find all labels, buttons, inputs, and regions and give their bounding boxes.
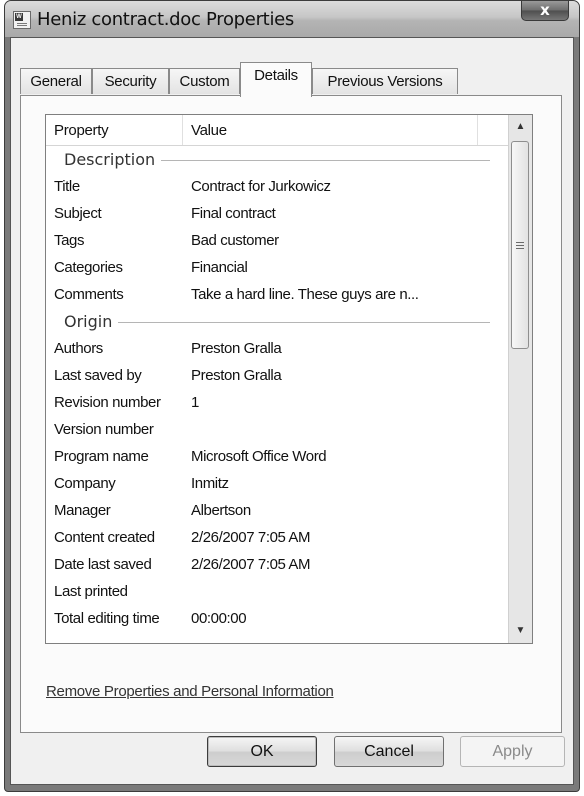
group-header[interactable]: Description — [46, 146, 508, 173]
property-value[interactable]: Preston Gralla — [191, 335, 282, 362]
property-name: Comments — [54, 286, 124, 303]
property-name: Content created — [54, 529, 155, 546]
tab-general[interactable]: General — [20, 68, 92, 94]
property-value[interactable]: Final contract — [191, 200, 276, 227]
list-item[interactable]: Company Inmitz — [46, 470, 508, 497]
property-value[interactable]: Albertson — [191, 497, 251, 524]
group-divider — [64, 322, 490, 323]
list-item[interactable]: Comments Take a hard line. These guys are… — [46, 281, 508, 308]
ok-button[interactable]: OK — [207, 736, 317, 767]
column-header-property[interactable]: Property — [46, 115, 183, 145]
details-list[interactable]: Property Value Description Title Contract … — [45, 114, 533, 644]
property-value[interactable]: Bad customer — [191, 227, 279, 254]
property-name: Title — [54, 178, 80, 195]
list-item[interactable]: Total editing time 00:00:00 — [46, 605, 508, 632]
scroll-down-icon[interactable]: ▼ — [509, 619, 532, 643]
tab-previous-versions[interactable]: Previous Versions — [312, 68, 458, 94]
property-name: Version number — [54, 421, 154, 438]
property-name: Revision number — [54, 394, 161, 411]
close-button[interactable]: x — [521, 1, 569, 21]
property-name: Last printed — [54, 583, 128, 600]
group-label: Origin — [64, 308, 119, 335]
apply-button[interactable]: Apply — [460, 736, 565, 767]
list-item[interactable]: Subject Final contract — [46, 200, 508, 227]
dialog-body: General Security Custom Details Previous… — [10, 37, 574, 785]
property-value[interactable]: Take a hard line. These guys are n... — [191, 281, 419, 308]
tab-details[interactable]: Details — [240, 62, 312, 97]
remove-properties-link[interactable]: Remove Properties and Personal Informati… — [46, 683, 334, 700]
property-name: Subject — [54, 205, 102, 222]
window-title: Heniz contract.doc Properties — [37, 9, 294, 30]
scroll-up-icon[interactable]: ▲ — [509, 115, 532, 139]
list-item[interactable]: Last saved by Preston Gralla — [46, 362, 508, 389]
property-value[interactable]: 2/26/2007 7:05 AM — [191, 524, 311, 551]
property-value[interactable]: Preston Gralla — [191, 362, 282, 389]
property-name: Manager — [54, 502, 111, 519]
property-value[interactable]: 2/26/2007 7:05 AM — [191, 551, 311, 578]
column-header-value[interactable]: Value — [183, 115, 478, 145]
property-name: Last saved by — [54, 367, 142, 384]
property-value[interactable]: Inmitz — [191, 470, 229, 497]
vertical-scrollbar[interactable]: ▲ ▼ — [508, 115, 532, 643]
list-item[interactable]: Title Contract for Jurkowicz — [46, 173, 508, 200]
property-value[interactable]: 00:00:00 — [191, 605, 247, 632]
tab-security[interactable]: Security — [92, 68, 169, 94]
list-item[interactable]: Authors Preston Gralla — [46, 335, 508, 362]
property-value[interactable]: Financial — [191, 254, 248, 281]
list-item[interactable]: Date last saved 2/26/2007 7:05 AM — [46, 551, 508, 578]
scroll-thumb[interactable] — [511, 141, 529, 349]
list-item[interactable]: Last printed — [46, 578, 508, 605]
list-item[interactable]: Version number — [46, 416, 508, 443]
property-name: Authors — [54, 340, 103, 357]
group-header[interactable]: Origin — [46, 308, 508, 335]
group-label: Description — [64, 146, 162, 173]
tab-custom[interactable]: Custom — [169, 68, 240, 94]
properties-window: W Heniz contract.doc Properties x Genera… — [4, 0, 580, 792]
title-bar[interactable]: W Heniz contract.doc Properties x — [5, 1, 579, 37]
close-icon: x — [540, 1, 550, 19]
property-name: Categories — [54, 259, 123, 276]
cancel-button[interactable]: Cancel — [334, 736, 444, 767]
word-document-icon: W — [13, 11, 31, 29]
property-name: Program name — [54, 448, 149, 465]
list-item[interactable]: Manager Albertson — [46, 497, 508, 524]
list-item[interactable]: Program name Microsoft Office Word — [46, 443, 508, 470]
property-name: Tags — [54, 232, 85, 249]
property-name: Company — [54, 475, 116, 492]
list-item[interactable]: Revision number 1 — [46, 389, 508, 416]
list-item[interactable]: Tags Bad customer — [46, 227, 508, 254]
property-value[interactable]: 1 — [191, 389, 199, 416]
list-item[interactable]: Categories Financial — [46, 254, 508, 281]
list-header: Property Value — [46, 115, 508, 146]
property-name: Total editing time — [54, 610, 160, 627]
property-value[interactable]: Contract for Jurkowicz — [191, 173, 331, 200]
property-name: Date last saved — [54, 556, 152, 573]
property-value[interactable]: Microsoft Office Word — [191, 443, 327, 470]
details-tab-page: Property Value Description Title Contract … — [20, 95, 562, 733]
list-item[interactable]: Content created 2/26/2007 7:05 AM — [46, 524, 508, 551]
